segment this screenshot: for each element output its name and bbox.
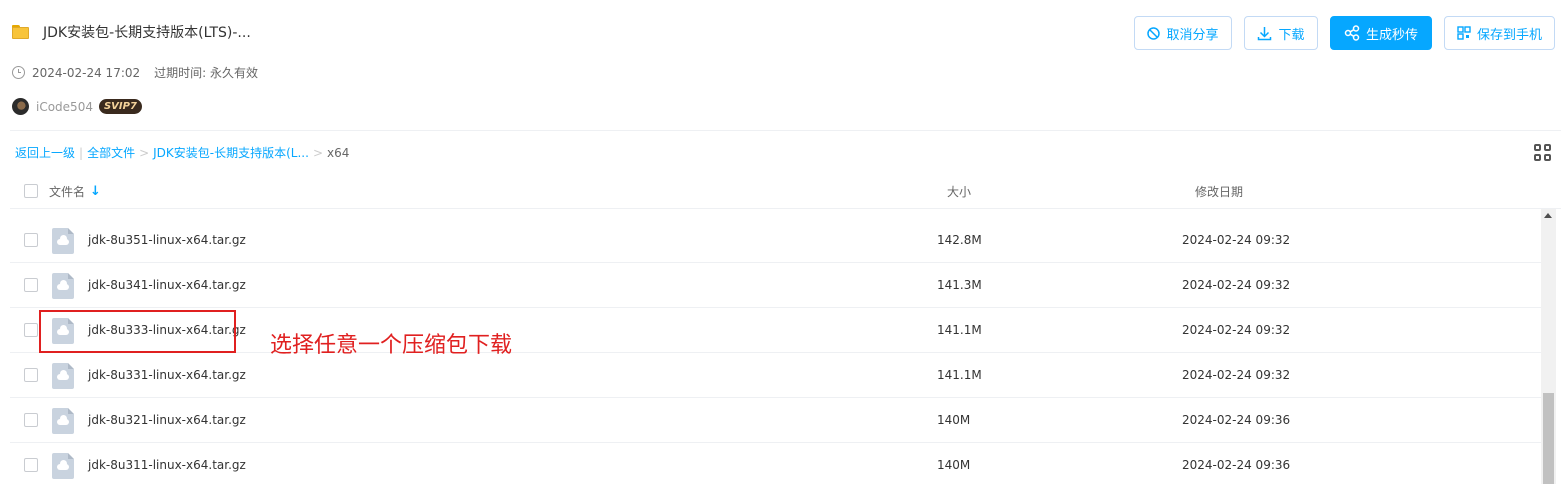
file-date: 2024-02-24 09:36 — [1182, 413, 1291, 427]
row-checkbox[interactable] — [24, 413, 38, 427]
file-size: 141.1M — [937, 323, 982, 337]
cancel-share-button[interactable]: 取消分享 — [1134, 16, 1232, 50]
save-to-phone-label: 保存到手机 — [1476, 27, 1542, 43]
archive-file-icon — [52, 363, 74, 389]
archive-file-icon — [52, 453, 74, 479]
breadcrumb-separator: > — [312, 145, 323, 160]
select-all-checkbox[interactable] — [24, 184, 38, 198]
file-date: 2024-02-24 09:32 — [1182, 233, 1291, 247]
grid-view-icon[interactable] — [1534, 144, 1551, 161]
sort-down-icon: ↓ — [90, 184, 101, 199]
download-button[interactable]: 下载 — [1244, 16, 1318, 50]
folder-link[interactable]: JDK安装包-长期支持版本(L... — [153, 144, 309, 161]
header-divider — [10, 130, 1561, 131]
archive-file-icon — [52, 273, 74, 299]
download-icon — [1258, 26, 1272, 40]
forbid-icon — [1147, 26, 1161, 40]
vip-badge: SVIP7 — [98, 99, 142, 114]
file-size: 140M — [937, 413, 971, 427]
share-meta: 2024-02-24 17:02 过期时间: 永久有效 — [12, 64, 258, 81]
file-date: 2024-02-24 09:36 — [1182, 458, 1291, 472]
qrcode-icon — [1457, 26, 1471, 40]
file-size: 141.1M — [937, 368, 982, 382]
clock-icon — [12, 66, 25, 79]
row-checkbox[interactable] — [24, 233, 38, 247]
table-header: 文件名 ↓ 大小 修改日期 — [10, 172, 1561, 209]
cancel-share-label: 取消分享 — [1166, 27, 1219, 43]
username[interactable]: iCode504 — [36, 100, 93, 114]
file-name[interactable]: jdk-8u341-linux-x64.tar.gz — [88, 278, 246, 292]
row-checkbox[interactable] — [24, 368, 38, 382]
archive-file-icon — [52, 408, 74, 434]
scroll-up-arrow-icon[interactable] — [1544, 213, 1552, 218]
table-row[interactable]: jdk-8u341-linux-x64.tar.gz 141.3M 2024-0… — [10, 263, 1541, 308]
column-size-header[interactable]: 大小 — [947, 183, 971, 200]
share-title-text: JDK安装包-长期支持版本(LTS)-... — [43, 25, 251, 41]
avatar[interactable] — [12, 98, 29, 115]
back-link[interactable]: 返回上一级 — [15, 144, 75, 161]
file-size: 140M — [937, 458, 971, 472]
file-date: 2024-02-24 09:32 — [1182, 278, 1291, 292]
row-checkbox[interactable] — [24, 278, 38, 292]
file-name[interactable]: jdk-8u311-linux-x64.tar.gz — [88, 458, 246, 472]
column-name-label: 文件名 — [49, 185, 86, 199]
table-row[interactable]: jdk-8u351-linux-x64.tar.gz 142.8M 2024-0… — [10, 218, 1541, 263]
file-name[interactable]: jdk-8u351-linux-x64.tar.gz — [88, 233, 246, 247]
share-datetime: 2024-02-24 17:02 — [32, 65, 141, 80]
file-name[interactable]: jdk-8u331-linux-x64.tar.gz — [88, 368, 246, 382]
scroll-thumb[interactable] — [1543, 393, 1554, 484]
file-size: 142.8M — [937, 233, 982, 247]
all-files-link[interactable]: 全部文件 — [87, 144, 135, 161]
breadcrumb: 返回上一级 | 全部文件 > JDK安装包-长期支持版本(L... > x64 — [15, 144, 349, 161]
table-row[interactable]: jdk-8u311-linux-x64.tar.gz 140M 2024-02-… — [10, 443, 1541, 484]
column-date-header[interactable]: 修改日期 — [1195, 183, 1243, 200]
current-folder: x64 — [327, 145, 350, 160]
breadcrumb-separator: | — [79, 145, 84, 160]
row-checkbox[interactable] — [24, 323, 38, 337]
table-row[interactable]: jdk-8u321-linux-x64.tar.gz 140M 2024-02-… — [10, 398, 1541, 443]
table-row[interactable]: jdk-8u333-linux-x64.tar.gz 141.1M 2024-0… — [10, 308, 1541, 353]
folder-icon — [12, 25, 29, 39]
scrollbar[interactable] — [1541, 209, 1556, 484]
archive-file-icon — [52, 228, 74, 254]
file-name[interactable]: jdk-8u321-linux-x64.tar.gz — [88, 413, 246, 427]
action-toolbar: 取消分享 下载 生成秒传 保存到手机 — [1134, 16, 1555, 50]
breadcrumb-separator: > — [139, 145, 150, 160]
file-list: jdk-8u351-linux-x64.tar.gz 142.8M 2024-0… — [10, 218, 1541, 484]
expire-label: 过期时间: 永久有效 — [154, 66, 258, 80]
generate-label: 生成秒传 — [1365, 27, 1418, 43]
generate-link-button[interactable]: 生成秒传 — [1330, 16, 1432, 50]
highlight-box — [39, 310, 236, 353]
file-date: 2024-02-24 09:32 — [1182, 368, 1291, 382]
table-row[interactable]: jdk-8u331-linux-x64.tar.gz 141.1M 2024-0… — [10, 353, 1541, 398]
sharer-info: iCode504 SVIP7 — [12, 98, 142, 115]
save-to-phone-button[interactable]: 保存到手机 — [1444, 16, 1555, 50]
file-size: 141.3M — [937, 278, 982, 292]
column-name-header[interactable]: 文件名 ↓ — [49, 183, 101, 200]
share-nodes-icon — [1344, 25, 1360, 41]
share-title: JDK安装包-长期支持版本(LTS)-... — [12, 20, 251, 44]
download-label: 下载 — [1278, 27, 1305, 43]
row-checkbox[interactable] — [24, 458, 38, 472]
annotation-text: 选择任意一个压缩包下载 — [270, 333, 513, 358]
file-date: 2024-02-24 09:32 — [1182, 323, 1291, 337]
